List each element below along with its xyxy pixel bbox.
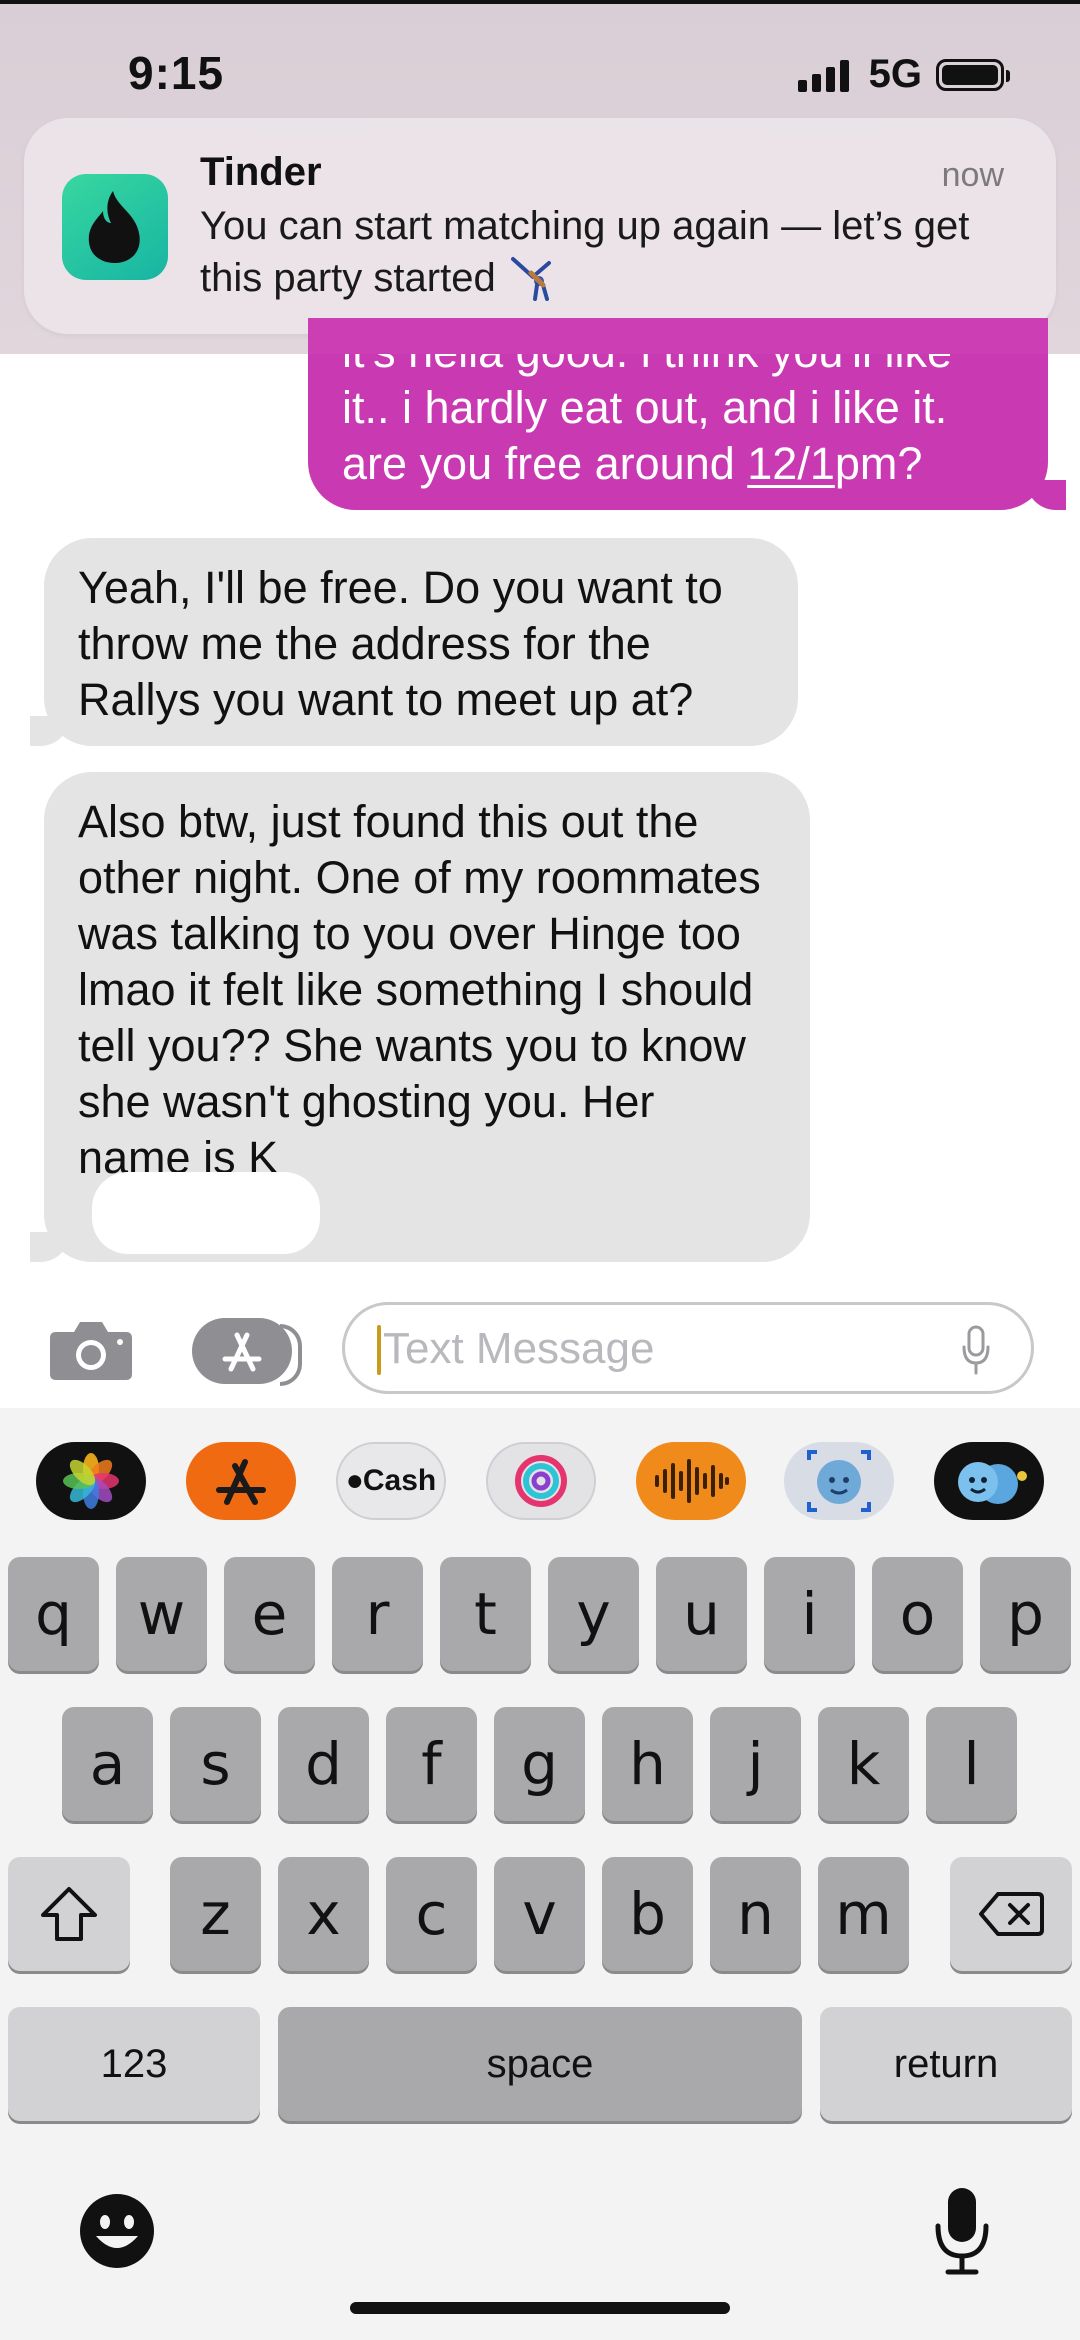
emoji-icon[interactable] [78,2192,156,2270]
key-n[interactable]: n [710,1857,801,1971]
status-time: 9:15 [128,47,225,99]
cellular-signal-icon [797,58,849,92]
key-b[interactable]: b [602,1857,693,1971]
bubble-tail [1026,480,1066,510]
key-q[interactable]: q [8,1557,99,1671]
status-and-notification-area: 9:15 5G Tinder now You can start matchin… [0,0,1080,354]
key-y[interactable]: y [548,1557,639,1671]
date-link[interactable]: 12/1 [747,438,835,489]
return-key[interactable]: return [820,2007,1072,2121]
key-j[interactable]: j [710,1707,801,1821]
person-doing-cartwheel-icon [509,255,553,314]
message-input-field[interactable] [342,1302,1034,1394]
key-u[interactable]: u [656,1557,747,1671]
key-s[interactable]: s [170,1707,261,1821]
activity-icon[interactable] [486,1442,596,1520]
network-type: 5G [868,52,922,96]
notification-body-text: You can start matching up again — let’s … [200,204,970,300]
key-c[interactable]: c [386,1857,477,1971]
memoji-icon[interactable] [784,1442,894,1520]
camera-icon[interactable] [48,1316,134,1382]
numbers-key[interactable]: 123 [8,2007,260,2121]
key-e[interactable]: e [224,1557,315,1671]
apple-cash-icon[interactable]: ● Cash [336,1442,446,1520]
received-message-text: Yeah, I'll be free. Do you want to throw… [78,562,723,725]
key-w[interactable]: w [116,1557,207,1671]
sent-message-text: it.. i hardly eat out, and i like it. ar… [342,380,1022,492]
key-l[interactable]: l [926,1707,1017,1821]
tinder-flame-icon [62,174,168,280]
key-h[interactable]: h [602,1707,693,1821]
key-m[interactable]: m [818,1857,909,1971]
photos-icon[interactable] [36,1442,146,1520]
microphone-icon[interactable] [961,1325,991,1375]
space-key[interactable]: space [278,2007,802,2121]
bubble-tail [30,716,70,746]
apple-cash-label: Cash [362,1464,437,1497]
key-o[interactable]: o [872,1557,963,1671]
shift-icon [41,1887,97,1941]
key-i[interactable]: i [764,1557,855,1671]
key-v[interactable]: v [494,1857,585,1971]
sent-message-line2-prefix: are you free around [342,438,748,489]
app-store-icon[interactable] [186,1442,296,1520]
battery-icon [936,58,1010,91]
key-d[interactable]: d [278,1707,369,1821]
delete-key[interactable] [950,1857,1072,1971]
shift-key[interactable] [8,1857,130,1971]
notification-app-name: Tinder [200,150,322,194]
notification-time: now [941,156,1004,194]
key-z[interactable]: z [170,1857,261,1971]
status-indicators: 5G [797,52,1010,97]
app-store-icon[interactable] [192,1318,302,1386]
key-x[interactable]: x [278,1857,369,1971]
dictation-microphone-icon[interactable] [934,2186,990,2276]
home-indicator[interactable] [350,2302,730,2314]
bubble-tail [30,1232,70,1262]
key-t[interactable]: t [440,1557,531,1671]
key-a[interactable]: a [62,1707,153,1821]
notification-body: You can start matching up again — let’s … [200,200,1000,314]
redaction-block [92,1172,320,1254]
key-p[interactable]: p [980,1557,1071,1671]
sent-message-line1: it.. i hardly eat out, and i like it. [342,382,948,433]
message-input[interactable] [381,1313,945,1385]
key-f[interactable]: f [386,1707,477,1821]
notification-banner[interactable]: Tinder now You can start matching up aga… [24,118,1056,334]
memoji-stickers-icon[interactable] [934,1442,1044,1520]
key-k[interactable]: k [818,1707,909,1821]
delete-icon [979,1892,1044,1936]
sent-bubble-peek [308,318,1048,354]
audio-message-icon[interactable] [636,1442,746,1520]
sent-message-line2-suffix: pm? [834,438,923,489]
received-message-bubble[interactable]: Yeah, I'll be free. Do you want to throw… [30,538,798,746]
received-message-text: Also btw, just found this out the other … [78,796,761,1183]
key-r[interactable]: r [332,1557,423,1671]
key-g[interactable]: g [494,1707,585,1821]
